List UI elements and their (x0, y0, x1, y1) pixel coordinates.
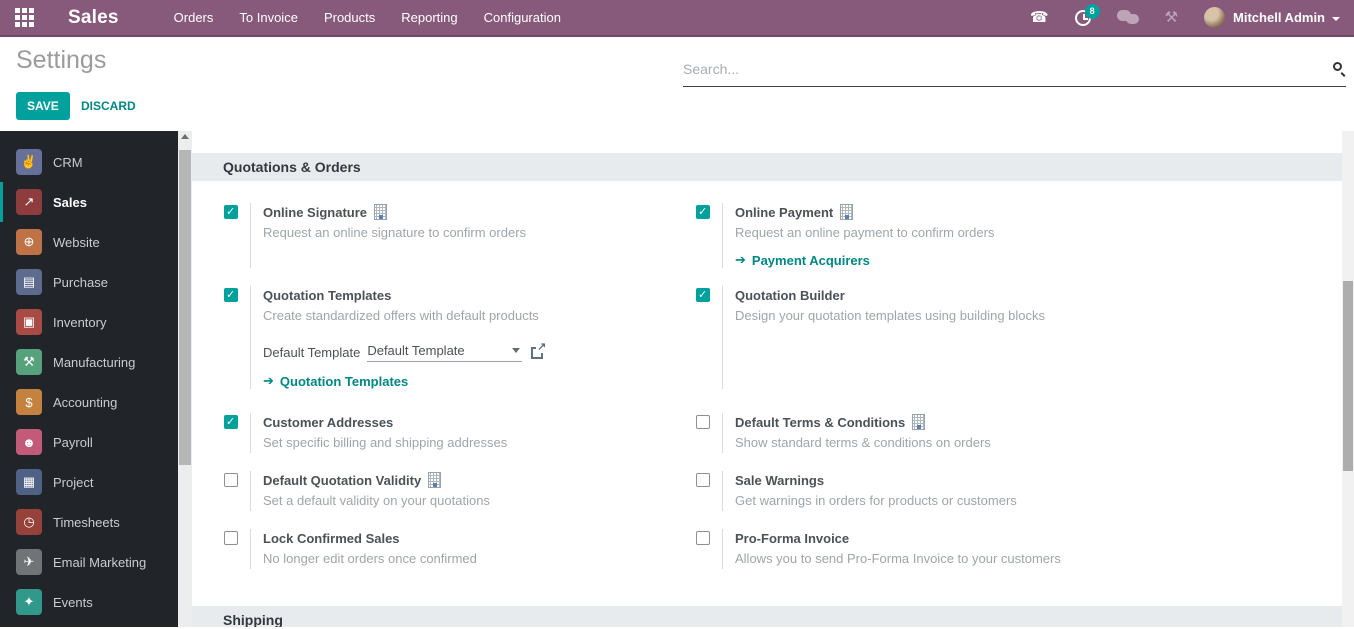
default-quotation-validity-checkbox[interactable] (224, 473, 238, 487)
settings-grid: Online Signature Request an online signa… (224, 203, 1342, 569)
main-area: ✌ CRM ↗ Sales ⊕ Website ▤ Purchase ▣ Inv… (0, 131, 1354, 627)
top-navbar: Sales Orders To Invoice Products Reporti… (0, 0, 1354, 37)
sidebar-item-payroll[interactable]: ☻ Payroll (0, 422, 178, 462)
activities-icon[interactable]: 8 (1075, 10, 1091, 26)
sidebar-item-email-marketing[interactable]: ✈ Email Marketing (0, 542, 178, 582)
search-input[interactable] (683, 61, 1325, 77)
discard-button[interactable]: DISCARD (76, 92, 141, 120)
website-app-icon: ⊕ (16, 229, 42, 255)
user-menu[interactable]: Mitchell Admin (1233, 10, 1325, 25)
section-quotations-orders: Quotations & Orders (192, 153, 1342, 181)
setting-online-signature: Online Signature Request an online signa… (224, 203, 696, 268)
setting-quotation-templates: Quotation Templates Create standardized … (224, 286, 696, 389)
sidebar-item-purchase[interactable]: ▤ Purchase (0, 262, 178, 302)
sales-app-icon: ↗ (16, 189, 42, 215)
main-menu: Orders To Invoice Products Reporting Con… (161, 0, 574, 36)
sale-warnings-checkbox[interactable] (696, 473, 710, 487)
timesheets-app-icon: ◷ (16, 509, 42, 535)
navbar-right: ☎ 8 ⚒ Mitchell Admin (1030, 0, 1354, 36)
sidebar-item-manufacturing[interactable]: ⚒ Manufacturing (0, 342, 178, 382)
menu-reporting[interactable]: Reporting (388, 0, 470, 36)
enterprise-upgrade-icon (374, 204, 387, 220)
page-title: Settings (16, 46, 106, 75)
settings-sidebar: ✌ CRM ↗ Sales ⊕ Website ▤ Purchase ▣ Inv… (0, 131, 178, 627)
setting-online-payment: Online Payment Request an online payment… (696, 203, 1342, 268)
sidebar-item-website[interactable]: ⊕ Website (0, 222, 178, 262)
enterprise-upgrade-icon (840, 204, 853, 220)
menu-products[interactable]: Products (311, 0, 388, 36)
search-bar (683, 51, 1346, 87)
crm-app-icon: ✌ (16, 149, 42, 175)
quotation-templates-checkbox[interactable] (224, 288, 238, 302)
messages-icon[interactable] (1117, 10, 1139, 25)
user-avatar[interactable] (1204, 7, 1225, 28)
content-scrollbar-thumb[interactable] (1343, 281, 1353, 471)
developer-tools-icon[interactable]: ⚒ (1165, 10, 1178, 25)
menu-to-invoice[interactable]: To Invoice (226, 0, 311, 36)
default-template-select[interactable]: Default Template (367, 343, 522, 362)
inventory-app-icon: ▣ (16, 309, 42, 335)
accounting-app-icon: $ (16, 389, 42, 415)
section-shipping: Shipping (192, 606, 1342, 627)
setting-default-quotation-validity: Default Quotation Validity Set a default… (224, 471, 696, 511)
online-signature-checkbox[interactable] (224, 205, 238, 219)
payroll-app-icon: ☻ (16, 429, 42, 455)
sidebar-item-accounting[interactable]: $ Accounting (0, 382, 178, 422)
enterprise-upgrade-icon (428, 472, 441, 488)
control-panel: Settings SAVE DISCARD (0, 37, 1354, 131)
sidebar-scrollbar[interactable] (178, 131, 192, 627)
sidebar-scrollbar-thumb[interactable] (179, 150, 191, 465)
purchase-app-icon: ▤ (16, 269, 42, 295)
content-scrollbar[interactable] (1342, 131, 1354, 627)
customer-addresses-checkbox[interactable] (224, 415, 238, 429)
manufacturing-app-icon: ⚒ (16, 349, 42, 375)
user-menu-caret-icon[interactable] (1332, 17, 1340, 21)
default-template-field-row: Default Template Default Template (263, 343, 543, 362)
menu-orders[interactable]: Orders (161, 0, 227, 36)
setting-customer-addresses: Customer Addresses Set specific billing … (224, 413, 696, 453)
sidebar-item-crm[interactable]: ✌ CRM (0, 142, 178, 182)
setting-pro-forma-invoice: Pro-Forma Invoice Allows you to send Pro… (696, 529, 1342, 569)
scroll-up-arrow-icon[interactable] (181, 134, 189, 139)
setting-default-terms-conditions: Default Terms & Conditions Show standard… (696, 413, 1342, 453)
sidebar-item-timesheets[interactable]: ◷ Timesheets (0, 502, 178, 542)
app-brand[interactable]: Sales (68, 7, 119, 29)
sidebar-item-sales[interactable]: ↗ Sales (0, 182, 178, 222)
online-payment-checkbox[interactable] (696, 205, 710, 219)
setting-lock-confirmed-sales: Lock Confirmed Sales No longer edit orde… (224, 529, 696, 569)
sidebar-item-events[interactable]: ✦ Events (0, 582, 178, 622)
pro-forma-invoice-checkbox[interactable] (696, 531, 710, 545)
settings-content: Quotations & Orders Online Signature Req… (192, 131, 1342, 627)
quotation-templates-link[interactable]: ➔ Quotation Templates (263, 373, 543, 389)
setting-sale-warnings: Sale Warnings Get warnings in orders for… (696, 471, 1342, 511)
dropdown-caret-icon (512, 348, 520, 353)
default-terms-conditions-checkbox[interactable] (696, 415, 710, 429)
link-arrow-icon: ➔ (263, 373, 274, 389)
lock-confirmed-sales-checkbox[interactable] (224, 531, 238, 545)
project-app-icon: ▦ (16, 469, 42, 495)
activity-count-badge: 8 (1085, 4, 1100, 19)
apps-menu-icon[interactable] (15, 8, 35, 28)
email-marketing-app-icon: ✈ (16, 549, 42, 575)
active-indicator (0, 182, 3, 222)
enterprise-upgrade-icon (912, 414, 925, 430)
payment-acquirers-link[interactable]: ➔ Payment Acquirers (735, 252, 994, 268)
quotation-builder-checkbox[interactable] (696, 288, 710, 302)
search-icon[interactable] (1333, 62, 1342, 71)
phone-icon[interactable]: ☎ (1030, 10, 1049, 25)
link-arrow-icon: ➔ (735, 252, 746, 268)
menu-configuration[interactable]: Configuration (471, 0, 574, 36)
events-app-icon: ✦ (16, 589, 42, 615)
sidebar-item-inventory[interactable]: ▣ Inventory (0, 302, 178, 342)
external-link-icon[interactable] (531, 347, 543, 359)
save-button[interactable]: SAVE (16, 92, 70, 120)
setting-quotation-builder: Quotation Builder Design your quotation … (696, 286, 1342, 389)
sidebar-item-project[interactable]: ▦ Project (0, 462, 178, 502)
